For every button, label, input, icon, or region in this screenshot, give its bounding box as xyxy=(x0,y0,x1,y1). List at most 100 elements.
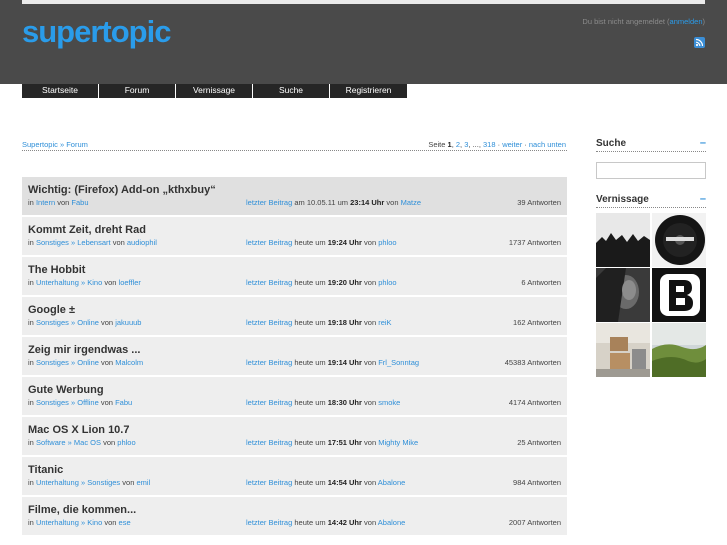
breadcrumb-home[interactable]: Supertopic xyxy=(22,140,58,149)
thread-category[interactable]: Unterhaltung xyxy=(36,518,79,527)
thread-category[interactable]: Sonstiges xyxy=(36,398,69,407)
thread-in-label: in xyxy=(28,438,34,447)
last-post-link[interactable]: letzter Beitrag xyxy=(246,238,292,247)
last-post-link[interactable]: letzter Beitrag xyxy=(246,198,292,207)
gallery-thumb-record[interactable] xyxy=(652,213,706,267)
gallery-thumb-mountains[interactable] xyxy=(596,213,650,267)
tab-registrieren[interactable]: Registrieren xyxy=(330,84,407,98)
gallery-thumb-room[interactable] xyxy=(596,323,650,377)
thread-row[interactable]: Kommt Zeit, dreht Rad in Sonstiges » Leb… xyxy=(22,217,567,257)
thread-author[interactable]: Fabu xyxy=(71,198,88,207)
pager-down[interactable]: nach unten xyxy=(529,140,566,149)
thread-row[interactable]: Zeig mir irgendwas ... in Sonstiges » On… xyxy=(22,337,567,377)
last-post-link[interactable]: letzter Beitrag xyxy=(246,518,292,527)
thread-category[interactable]: Software xyxy=(36,438,66,447)
gallery-thumb-letter-b[interactable] xyxy=(652,268,706,322)
thread-title[interactable]: Wichtig: (Firefox) Add-on „kthxbuy“ xyxy=(28,184,216,196)
last-post-author[interactable]: reiK xyxy=(378,318,391,327)
thread-subcategory[interactable]: Mac OS xyxy=(74,438,101,447)
pager-last[interactable]: 318 xyxy=(483,140,496,149)
thread-subcategory[interactable]: Kino xyxy=(87,278,102,287)
thread-von-label: von xyxy=(122,478,135,487)
sidebar-search-input[interactable] xyxy=(596,162,706,179)
last-post-author[interactable]: smoke xyxy=(378,398,400,407)
thread-category[interactable]: Intern xyxy=(36,198,55,207)
thread-category[interactable]: Sonstiges xyxy=(36,238,69,247)
thread-author[interactable]: audiophil xyxy=(127,238,157,247)
thread-row[interactable]: The Hobbit in Unterhaltung » Kino von lo… xyxy=(22,257,567,297)
last-post-link[interactable]: letzter Beitrag xyxy=(246,358,292,367)
pager-page-2[interactable]: 2 xyxy=(456,140,460,149)
thread-title[interactable]: Zeig mir irgendwas ... xyxy=(28,344,140,356)
thread-title[interactable]: The Hobbit xyxy=(28,264,85,276)
collapse-icon[interactable]: – xyxy=(700,137,706,149)
thread-answer-count: 2007 Antworten xyxy=(508,518,561,527)
thread-category[interactable]: Unterhaltung xyxy=(36,278,79,287)
thread-row[interactable]: Filme, die kommen... in Unterhaltung » K… xyxy=(22,497,567,537)
thread-author[interactable]: emil xyxy=(136,478,150,487)
thread-von-label: von xyxy=(103,438,116,447)
last-post-author[interactable]: phloo xyxy=(378,238,396,247)
thread-author[interactable]: loeffler xyxy=(119,278,141,287)
tab-suche[interactable]: Suche xyxy=(253,84,330,98)
last-post-author[interactable]: Matze xyxy=(401,198,421,207)
thread-subcategory[interactable]: Lebensart xyxy=(77,238,110,247)
thread-last-post: letzter Beitrag am 10.05.11 um 23:14 Uhr… xyxy=(246,198,421,207)
thread-author[interactable]: jakuuub xyxy=(115,318,141,327)
last-post-author[interactable]: Frl_Sonntag xyxy=(378,358,419,367)
thread-row[interactable]: Google ± in Sonstiges » Online von jakuu… xyxy=(22,297,567,337)
last-post-author[interactable]: Mighty Mike xyxy=(378,438,418,447)
thread-category[interactable]: Sonstiges xyxy=(36,358,69,367)
thread-author[interactable]: Malcolm xyxy=(115,358,143,367)
thread-row[interactable]: Wichtig: (Firefox) Add-on „kthxbuy“ in I… xyxy=(22,177,567,217)
last-post-day: heute um xyxy=(294,478,326,487)
thread-list: Wichtig: (Firefox) Add-on „kthxbuy“ in I… xyxy=(22,177,567,537)
last-post-link[interactable]: letzter Beitrag xyxy=(246,318,292,327)
tab-forum[interactable]: Forum xyxy=(99,84,176,98)
collapse-icon[interactable]: – xyxy=(700,193,706,205)
thread-title[interactable]: Filme, die kommen... xyxy=(28,504,136,516)
thread-subcategory[interactable]: Offline xyxy=(77,398,99,407)
last-post-link[interactable]: letzter Beitrag xyxy=(246,278,292,287)
breadcrumb-forum[interactable]: Forum xyxy=(66,140,88,149)
thread-row[interactable]: Titanic in Unterhaltung » Sonstiges von … xyxy=(22,457,567,497)
thread-row[interactable]: Mac OS X Lion 10.7 in Software » Mac OS … xyxy=(22,417,567,457)
last-post-link[interactable]: letzter Beitrag xyxy=(246,398,292,407)
site-logo[interactable]: supertopic xyxy=(22,14,171,50)
thread-row[interactable]: Gute Werbung in Sonstiges » Offline von … xyxy=(22,377,567,417)
thread-title[interactable]: Gute Werbung xyxy=(28,384,104,396)
pager-next[interactable]: weiter xyxy=(502,140,522,149)
thread-answer-count: 25 Antworten xyxy=(517,438,561,447)
login-link[interactable]: anmelden xyxy=(670,17,703,26)
last-post-link[interactable]: letzter Beitrag xyxy=(246,438,292,447)
last-post-von-label: von xyxy=(364,278,377,287)
thread-title[interactable]: Mac OS X Lion 10.7 xyxy=(28,424,129,436)
last-post-author[interactable]: Abalone xyxy=(378,478,406,487)
tab-startseite[interactable]: Startseite xyxy=(22,84,99,98)
gallery-thumb-portrait[interactable] xyxy=(596,268,650,322)
thread-subcategory[interactable]: Sonstiges xyxy=(87,478,120,487)
last-post-von-label: von xyxy=(364,358,377,367)
thread-title[interactable]: Kommt Zeit, dreht Rad xyxy=(28,224,146,236)
pager-page-3[interactable]: 3 xyxy=(464,140,468,149)
thread-title[interactable]: Titanic xyxy=(28,464,63,476)
tab-vernissage[interactable]: Vernissage xyxy=(176,84,253,98)
login-close: ) xyxy=(702,17,706,26)
last-post-day: am 10.05.11 um xyxy=(294,198,349,207)
thread-subcategory[interactable]: Online xyxy=(77,318,99,327)
thread-category[interactable]: Sonstiges xyxy=(36,318,69,327)
thread-category[interactable]: Unterhaltung xyxy=(36,478,79,487)
thread-subcategory[interactable]: Kino xyxy=(87,518,102,527)
thread-answer-count: 39 Antworten xyxy=(517,198,561,207)
thread-author[interactable]: Fabu xyxy=(115,398,132,407)
gallery-thumb-landscape[interactable] xyxy=(652,323,706,377)
thread-subcategory[interactable]: Online xyxy=(77,358,99,367)
thread-answer-count: 162 Antworten xyxy=(513,318,561,327)
thread-author[interactable]: ese xyxy=(119,518,131,527)
last-post-link[interactable]: letzter Beitrag xyxy=(246,478,292,487)
last-post-author[interactable]: Abalone xyxy=(378,518,406,527)
thread-author[interactable]: phloo xyxy=(117,438,135,447)
last-post-author[interactable]: phloo xyxy=(378,278,396,287)
thread-title[interactable]: Google ± xyxy=(28,304,75,316)
rss-icon[interactable] xyxy=(694,37,705,48)
